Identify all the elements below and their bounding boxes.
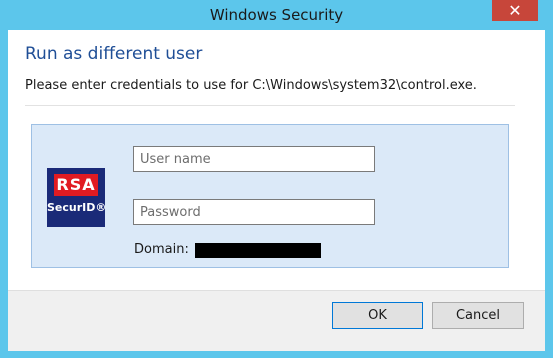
- dialog-subtext: Please enter credentials to use for C:\W…: [25, 78, 477, 93]
- securid-logo-text: SecurID®: [47, 201, 107, 214]
- window-frame-right: [545, 30, 553, 350]
- ok-button[interactable]: OK: [332, 302, 423, 329]
- credential-panel: RSA SecurID® Domain:: [31, 124, 509, 268]
- username-input[interactable]: [133, 146, 375, 172]
- rsa-securid-logo: RSA SecurID®: [47, 168, 107, 227]
- domain-label: Domain:: [134, 242, 189, 257]
- title-bar[interactable]: Windows Security ✕: [0, 0, 553, 30]
- window-frame-left: [0, 30, 8, 350]
- dialog-heading: Run as different user: [25, 44, 203, 64]
- separator: [25, 105, 515, 106]
- close-icon: ✕: [508, 1, 522, 20]
- button-bar: OK Cancel: [8, 290, 545, 351]
- window-title: Windows Security: [209, 6, 344, 24]
- domain-value-redacted: [195, 243, 321, 258]
- rsa-logo-text: RSA: [54, 174, 98, 196]
- cancel-button[interactable]: Cancel: [432, 302, 524, 329]
- password-input[interactable]: [133, 199, 375, 225]
- dialog-body: Run as different user Please enter crede…: [8, 30, 545, 351]
- window-frame-bottom: [0, 350, 553, 358]
- close-button[interactable]: ✕: [492, 0, 538, 21]
